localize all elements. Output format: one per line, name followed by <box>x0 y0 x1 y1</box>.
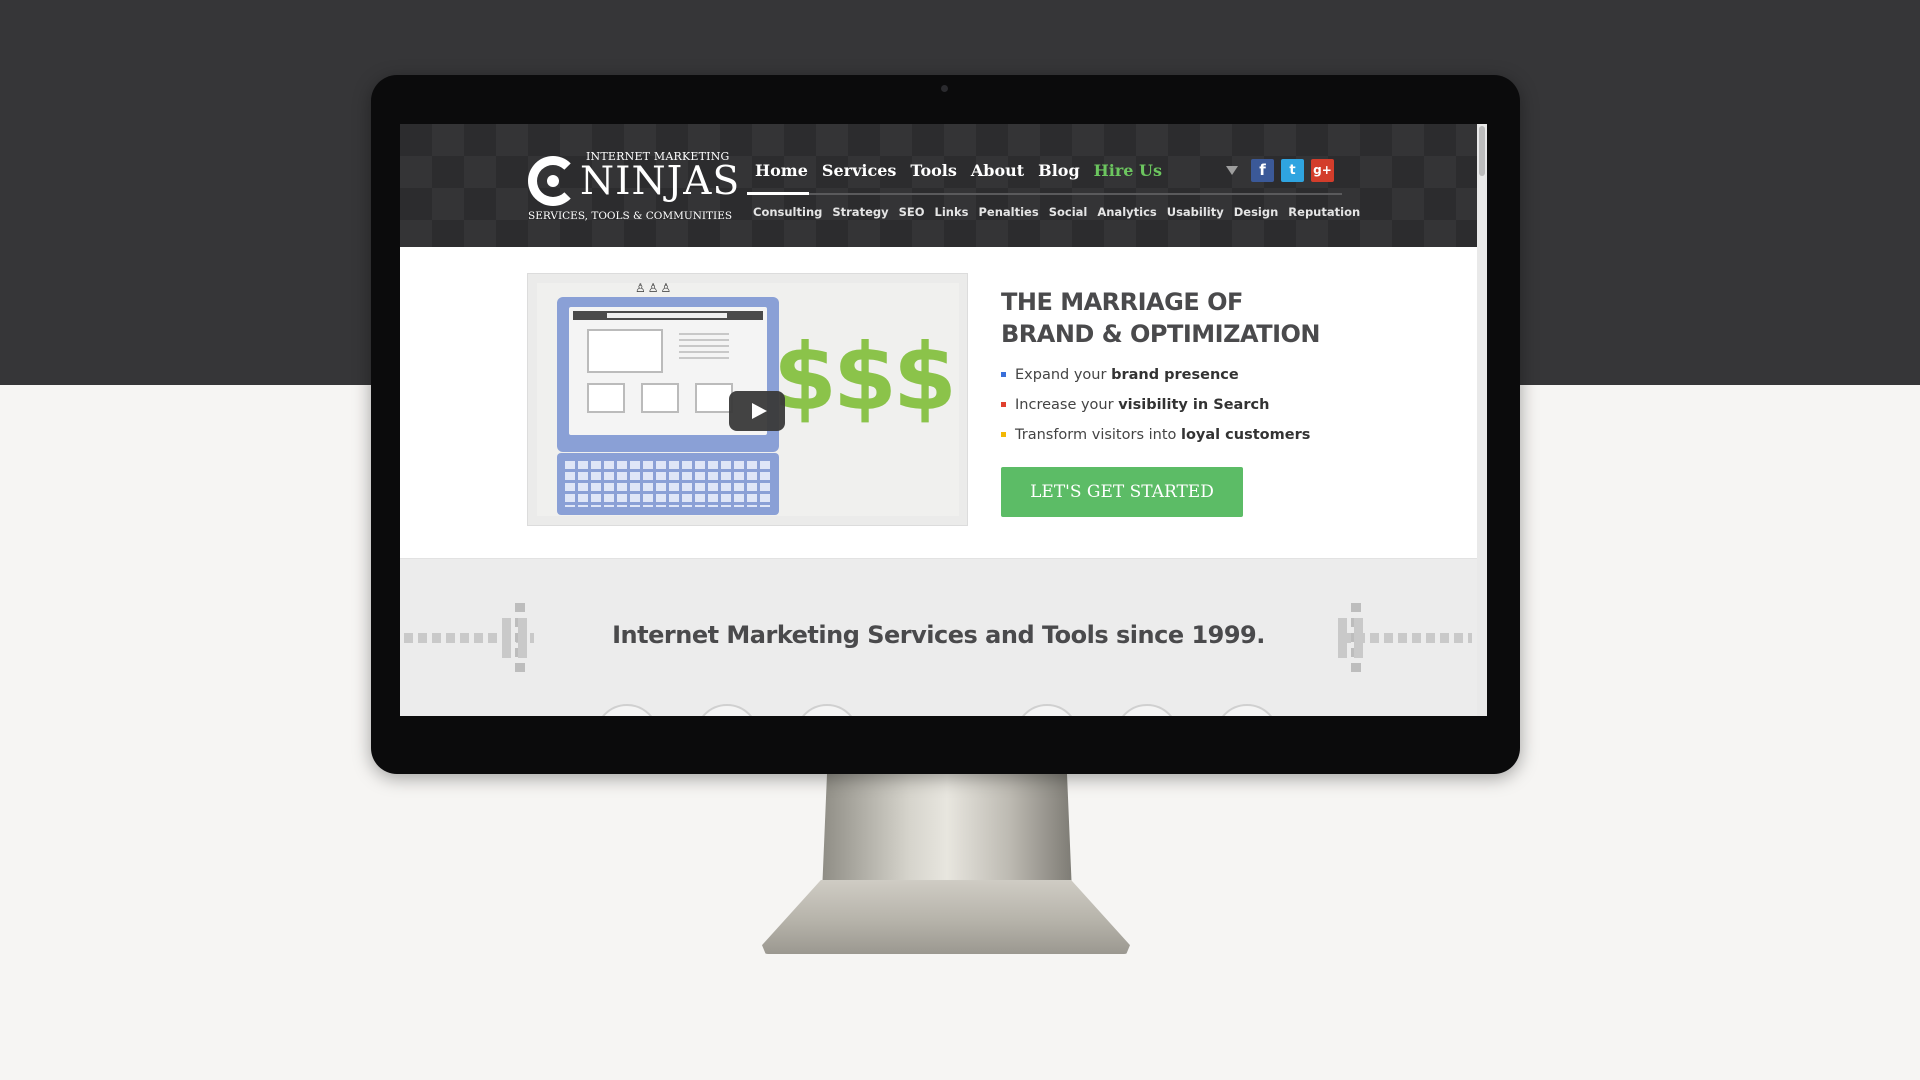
wireframe-tile <box>587 383 625 413</box>
logo-swirl-icon <box>528 156 578 206</box>
wireframe-tile <box>641 383 679 413</box>
bullet-yellow-icon <box>1001 432 1006 437</box>
subnav-design[interactable]: Design <box>1234 205 1279 219</box>
subnav-reputation[interactable]: Reputation <box>1288 205 1360 219</box>
get-started-button[interactable]: LET'S GET STARTED <box>1001 467 1243 517</box>
laptop-keyboard <box>557 453 779 515</box>
subnav-penalties[interactable]: Penalties <box>978 205 1038 219</box>
bullet-item: Expand your brand presence <box>1001 360 1381 390</box>
bullet-bold: brand presence <box>1111 367 1239 383</box>
nav-active-indicator <box>747 192 809 195</box>
wireframe-tile <box>695 383 733 413</box>
hero-video[interactable]: ♙♙♙ $$$ <box>527 273 968 526</box>
twitter-icon[interactable]: t <box>1281 159 1304 182</box>
nav-services[interactable]: Services <box>815 160 903 190</box>
bullet-bold: loyal customers <box>1181 427 1311 443</box>
nav-home[interactable]: Home <box>748 160 815 190</box>
scrollbar-thumb[interactable] <box>1479 126 1485 176</box>
video-thumbnail: ♙♙♙ $$$ <box>537 281 959 516</box>
sub-nav: Consulting Strategy SEO Links Penalties … <box>753 205 1360 219</box>
subnav-consulting[interactable]: Consulting <box>753 205 822 219</box>
dollar-signs: $$$ <box>773 324 957 431</box>
keyboard-keys <box>565 461 771 507</box>
logo-tagline-bottom: SERVICES, TOOLS & COMMUNITIES <box>528 210 733 222</box>
ninja-figures-icon: ♙♙♙ <box>635 281 674 295</box>
subnav-analytics[interactable]: Analytics <box>1097 205 1156 219</box>
subnav-usability[interactable]: Usability <box>1167 205 1224 219</box>
bullet-text: Expand your <box>1015 367 1112 383</box>
nav-underline <box>747 192 1342 195</box>
bullet-blue-icon <box>1001 372 1006 377</box>
google-plus-icon[interactable]: g+ <box>1311 159 1334 182</box>
bullet-bold: visibility in Search <box>1118 397 1270 413</box>
wireframe-lines <box>679 333 729 359</box>
subnav-links[interactable]: Links <box>935 205 969 219</box>
monitor-stand-base <box>762 880 1130 954</box>
section-heading: Internet Marketing Services and Tools si… <box>612 621 1265 649</box>
tool-icon[interactable] <box>1015 704 1079 716</box>
subnav-social[interactable]: Social <box>1049 205 1088 219</box>
service-icon[interactable] <box>795 704 859 716</box>
pixel-cross <box>1338 618 1364 658</box>
site-logo[interactable]: INTERNET MARKETING NINJAS SERVICES, TOOL… <box>526 150 739 226</box>
hero-title-line1: THE MARRIAGE OF <box>1001 288 1243 316</box>
bullet-text: Transform visitors into <box>1015 427 1181 443</box>
bullet-item: Transform visitors into loyal customers <box>1001 420 1381 450</box>
hero-title: THE MARRIAGE OF BRAND & OPTIMIZATION <box>1001 286 1381 350</box>
nav-tools[interactable]: Tools <box>903 160 964 190</box>
bullet-text: Increase your <box>1015 397 1119 413</box>
hero-text: THE MARRIAGE OF BRAND & OPTIMIZATION Exp… <box>1001 286 1381 450</box>
nav-hire-us[interactable]: Hire Us <box>1087 160 1169 190</box>
browser-bar <box>573 311 763 320</box>
camera-icon <box>941 85 948 92</box>
wireframe-box <box>587 329 663 373</box>
service-icon[interactable] <box>595 704 659 716</box>
logo-wordmark: NINJAS <box>580 159 741 204</box>
website-screen: INTERNET MARKETING NINJAS SERVICES, TOOL… <box>400 124 1487 716</box>
facebook-icon[interactable]: f <box>1251 159 1274 182</box>
dropdown-arrow-icon[interactable] <box>1226 166 1238 175</box>
social-links: f t g+ <box>1226 159 1334 182</box>
hero-title-line2: BRAND & OPTIMIZATION <box>1001 320 1321 348</box>
bullet-item: Increase your visibility in Search <box>1001 390 1381 420</box>
subnav-seo[interactable]: SEO <box>899 205 925 219</box>
decorative-pixels-right <box>1322 603 1472 673</box>
play-icon[interactable] <box>729 391 785 431</box>
hero-bullets: Expand your brand presence Increase your… <box>1001 360 1381 450</box>
tool-icon[interactable] <box>1115 704 1179 716</box>
main-nav: Home Services Tools About Blog Hire Us <box>748 160 1169 190</box>
nav-blog[interactable]: Blog <box>1031 160 1086 190</box>
page-scrollbar[interactable] <box>1477 124 1487 716</box>
site-header: INTERNET MARKETING NINJAS SERVICES, TOOL… <box>400 124 1477 247</box>
tool-icon[interactable] <box>1215 704 1279 716</box>
nav-about[interactable]: About <box>964 160 1031 190</box>
subnav-strategy[interactable]: Strategy <box>832 205 888 219</box>
services-section: Internet Marketing Services and Tools si… <box>400 558 1477 716</box>
service-icon[interactable] <box>695 704 759 716</box>
bullet-red-icon <box>1001 402 1006 407</box>
